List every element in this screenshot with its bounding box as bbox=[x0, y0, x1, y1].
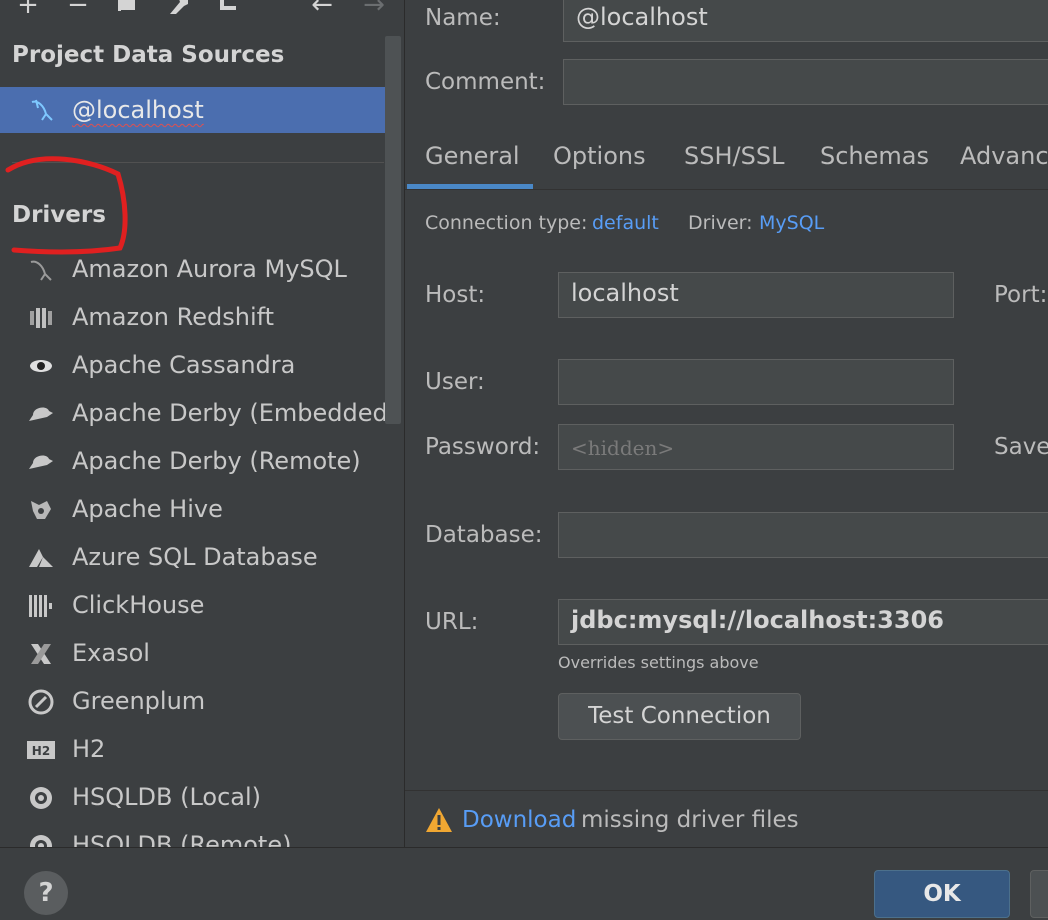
driver-label: Apache Derby (Remote) bbox=[72, 447, 361, 475]
driver-label: H2 bbox=[72, 735, 106, 763]
driver-item[interactable]: ClickHouse bbox=[0, 583, 392, 629]
bars-icon bbox=[26, 591, 56, 621]
driver-label: HSQLDB (Local) bbox=[72, 783, 262, 811]
driver-item[interactable]: HSQLDB (Remote) bbox=[0, 823, 392, 847]
connection-type-label: Connection type: bbox=[425, 212, 588, 234]
driver-label: Amazon Redshift bbox=[72, 303, 275, 331]
driver-label: HSQLDB (Remote) bbox=[72, 831, 292, 847]
redshift-icon bbox=[26, 303, 56, 333]
azure-icon bbox=[26, 543, 56, 573]
driver-label: Apache Hive bbox=[72, 495, 223, 523]
help-button[interactable]: ? bbox=[24, 871, 68, 915]
data-sources-panel: + − ← → Project Data Sources @localhost … bbox=[0, 0, 403, 847]
toolbar: + − ← → bbox=[0, 0, 403, 22]
save-password-label: Save bbox=[994, 434, 1048, 460]
driver-item[interactable]: H2 H2 bbox=[0, 727, 392, 773]
remove-icon[interactable]: − bbox=[64, 0, 92, 22]
driver-label: Exasol bbox=[72, 639, 150, 667]
tab-advanced[interactable]: Advanced bbox=[960, 142, 1048, 170]
connection-type-link[interactable]: default bbox=[592, 212, 659, 234]
datasource-label: @localhost bbox=[72, 96, 204, 124]
user-field[interactable] bbox=[558, 359, 954, 405]
tab-ssh-ssl[interactable]: SSH/SSL bbox=[684, 142, 784, 170]
ok-button[interactable]: OK bbox=[874, 870, 1010, 918]
active-tab-indicator bbox=[407, 184, 533, 189]
wrench-icon[interactable] bbox=[164, 0, 192, 22]
tab-schemas[interactable]: Schemas bbox=[820, 142, 929, 170]
host-label: Host: bbox=[425, 282, 486, 308]
host-field[interactable]: localhost bbox=[558, 272, 954, 318]
database-label: Database: bbox=[425, 522, 543, 548]
scrollbar[interactable] bbox=[385, 36, 401, 424]
driver-item[interactable]: Exasol bbox=[0, 631, 392, 677]
hsqldb-icon bbox=[26, 831, 56, 847]
duplicate-icon[interactable] bbox=[114, 0, 142, 22]
driver-label: ClickHouse bbox=[72, 591, 205, 619]
hsqldb-icon bbox=[26, 783, 56, 813]
dolphin-icon bbox=[26, 255, 56, 285]
datasource-item-localhost[interactable]: @localhost bbox=[0, 87, 392, 133]
forward-icon[interactable]: → bbox=[360, 0, 388, 22]
h2-icon: H2 bbox=[26, 735, 56, 765]
divider bbox=[12, 162, 384, 163]
add-icon[interactable]: + bbox=[14, 0, 42, 22]
driver-item[interactable]: Apache Hive bbox=[0, 487, 392, 533]
driver-label: Greenplum bbox=[72, 687, 206, 715]
driver-label: Amazon Aurora MySQL bbox=[72, 255, 347, 283]
driver-item[interactable]: HSQLDB (Local) bbox=[0, 775, 392, 821]
tab-bar: General Options SSH/SSL Schemas Advanced bbox=[405, 128, 1048, 190]
driver-item[interactable]: Greenplum bbox=[0, 679, 392, 725]
driver-label: Azure SQL Database bbox=[72, 543, 318, 571]
tab-general[interactable]: General bbox=[425, 142, 520, 170]
driver-item[interactable]: Azure SQL Database bbox=[0, 535, 392, 581]
download-link[interactable]: Download bbox=[462, 807, 576, 833]
hat-icon bbox=[26, 447, 56, 477]
drivers-title: Drivers bbox=[12, 202, 106, 228]
url-field[interactable]: jdbc:mysql://localhost:3306 bbox=[558, 599, 1048, 645]
password-label: Password: bbox=[425, 434, 541, 460]
driver-item[interactable]: Amazon Aurora MySQL bbox=[0, 247, 392, 293]
comment-label: Comment: bbox=[425, 69, 546, 95]
test-connection-button[interactable]: Test Connection bbox=[558, 693, 801, 740]
hat-icon bbox=[26, 399, 56, 429]
warning-icon bbox=[425, 807, 453, 837]
url-hint: Overrides settings above bbox=[558, 653, 759, 672]
driver-link[interactable]: MySQL bbox=[759, 212, 824, 234]
warning-text: missing driver files bbox=[581, 807, 799, 833]
import-icon[interactable] bbox=[214, 0, 242, 22]
driver-label: Apache Cassandra bbox=[72, 351, 296, 379]
driver-label: Apache Derby (Embedded) bbox=[72, 399, 398, 427]
user-label: User: bbox=[425, 369, 485, 395]
eye-icon bbox=[26, 351, 56, 381]
back-icon[interactable]: ← bbox=[308, 0, 336, 22]
driver-item[interactable]: Amazon Redshift bbox=[0, 295, 392, 341]
name-label: Name: bbox=[425, 5, 501, 31]
connection-settings-panel: Name: @localhost Comment: General Option… bbox=[404, 0, 1048, 847]
driver-item[interactable]: Apache Derby (Remote) bbox=[0, 439, 392, 485]
x-icon bbox=[26, 639, 56, 669]
warning-bar: Download missing driver files bbox=[405, 790, 1048, 847]
url-label: URL: bbox=[425, 609, 479, 635]
mysql-dolphin-icon bbox=[28, 96, 56, 124]
database-field[interactable] bbox=[558, 512, 1048, 558]
svg-text:H2: H2 bbox=[32, 744, 50, 758]
driver-item[interactable]: Apache Cassandra bbox=[0, 343, 392, 389]
driver-label: Driver: bbox=[688, 212, 753, 234]
bee-icon bbox=[26, 495, 56, 525]
name-field[interactable]: @localhost bbox=[563, 0, 1048, 42]
project-data-sources-title: Project Data Sources bbox=[12, 42, 285, 68]
cancel-button[interactable] bbox=[1030, 870, 1048, 918]
driver-item[interactable]: Apache Derby (Embedded) bbox=[0, 391, 397, 437]
tab-options[interactable]: Options bbox=[553, 142, 646, 170]
port-label: Port: bbox=[994, 282, 1048, 308]
comment-field[interactable] bbox=[563, 59, 1048, 105]
password-field[interactable]: <hidden> bbox=[558, 424, 954, 470]
greenplum-icon bbox=[26, 687, 56, 717]
dialog-footer: ? OK bbox=[0, 847, 1048, 920]
